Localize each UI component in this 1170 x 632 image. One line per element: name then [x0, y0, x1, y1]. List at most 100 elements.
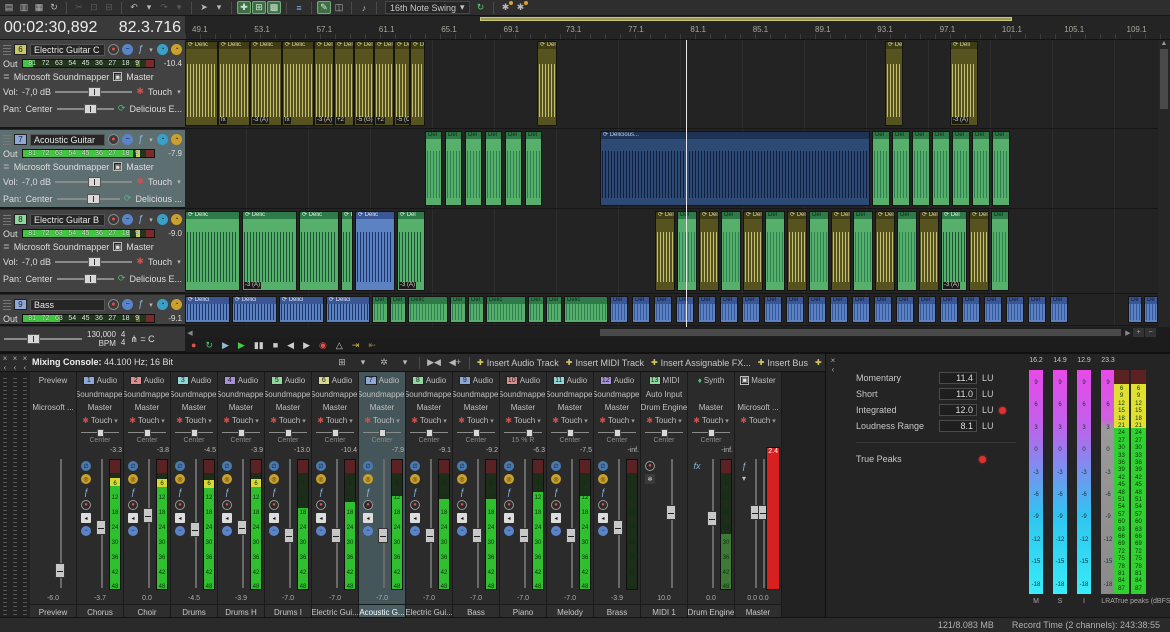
audio-clip[interactable]: Del [632, 296, 650, 323]
pan-slider-thumb[interactable] [567, 429, 574, 437]
audio-clip[interactable]: Delic [408, 296, 448, 323]
fx-icon[interactable]: ƒ [222, 487, 232, 497]
audio-clip[interactable]: ⟳ Del [699, 211, 719, 291]
pan-slider[interactable] [551, 429, 589, 437]
play-from-start-button[interactable]: ▶ [222, 339, 229, 351]
input-monitor-icon[interactable]: ◂ [363, 513, 373, 523]
audio-clip[interactable]: ⟳ Del [831, 211, 851, 291]
pan-slider[interactable] [457, 429, 495, 437]
chevron-down-icon[interactable]: ▾ [349, 417, 353, 425]
collapse-icon[interactable]: ‹ [24, 363, 27, 372]
mute-icon[interactable]: − [598, 526, 608, 536]
insert-button-insert-audio-track[interactable]: ✚Insert Audio Track [477, 358, 559, 368]
undo-menu-icon[interactable]: ▾ [142, 1, 156, 14]
input-monitor-icon[interactable]: ◂ [457, 513, 467, 523]
volume-fader[interactable] [234, 447, 250, 592]
pan-slider-thumb[interactable] [238, 429, 245, 437]
audio-clip[interactable]: Delic [486, 296, 526, 323]
chevron-down-icon[interactable]: ▾ [176, 176, 182, 187]
pan-slider-thumb[interactable] [87, 194, 100, 204]
fader-thumb[interactable] [566, 528, 576, 543]
record-arm-icon[interactable]: ● [457, 500, 467, 510]
automation-mode[interactable]: Touch [279, 416, 300, 425]
chevron-down-icon[interactable]: ▾ [255, 417, 259, 425]
record-button[interactable]: ● [191, 339, 196, 351]
chevron-down-icon[interactable]: ▾ [490, 417, 494, 425]
chevron-down-icon[interactable]: ▾ [161, 417, 165, 425]
audio-clip[interactable]: Del [676, 296, 694, 323]
volume-fader[interactable] [281, 447, 297, 592]
volume-fader[interactable] [610, 447, 626, 592]
fader-thumb[interactable] [237, 520, 247, 535]
automation-mode[interactable]: Touch [232, 416, 253, 425]
audio-clip[interactable]: Del [677, 211, 697, 291]
mixer-tool-icon-0[interactable]: ⊞ [335, 356, 349, 369]
open-file-icon[interactable]: ▥ [17, 1, 31, 14]
record-arm-icon[interactable]: ● [81, 500, 91, 510]
pan-slider[interactable] [57, 274, 114, 284]
audio-clip[interactable]: Del [897, 211, 917, 291]
audio-clip[interactable]: Del [1006, 296, 1024, 323]
fx-icon[interactable]: ƒ [739, 461, 749, 471]
record-arm-icon[interactable]: ● [598, 500, 608, 510]
paste-icon[interactable]: ⊟ [102, 1, 116, 14]
fader-thumb[interactable] [378, 528, 388, 543]
audio-clip[interactable]: Del [425, 131, 442, 206]
redo-menu-icon[interactable]: ▾ [172, 1, 186, 14]
solo-icon[interactable]: ◎ [222, 474, 232, 484]
pan-knob-icon[interactable]: ◔ [157, 214, 168, 225]
mixer-tool-icon-1[interactable]: ▾ [356, 356, 370, 369]
volume-fader[interactable] [140, 447, 156, 592]
mixer-tool-icon-3[interactable]: ▾ [398, 356, 412, 369]
mute-icon[interactable]: − [410, 526, 420, 536]
loop-a-button[interactable]: ⇥ [352, 339, 360, 351]
chevron-down-icon[interactable]: ▾ [443, 417, 447, 425]
solo-icon[interactable]: ◎ [316, 474, 326, 484]
mixer-strip-master[interactable]: ▣MasterMicrosoft ...✱Touch▾ƒ▾61218243036… [735, 372, 782, 619]
automation-gear-icon[interactable]: ✱ [270, 416, 277, 425]
fx-icon[interactable]: ƒ [128, 487, 138, 497]
mute-icon[interactable]: − [122, 214, 133, 225]
audio-clip[interactable]: Del [972, 131, 990, 206]
fx-icon[interactable]: ƒ [457, 487, 467, 497]
pan-slider-thumb[interactable] [97, 429, 104, 437]
volume-fader[interactable] [704, 447, 720, 592]
automation-mode[interactable]: Touch [514, 416, 535, 425]
audio-clip[interactable]: Del [874, 296, 892, 323]
audio-clip[interactable]: Del [809, 211, 829, 291]
audio-clip[interactable]: Del [654, 296, 672, 323]
automation-mode[interactable]: Touch [138, 416, 159, 425]
record-arm-icon[interactable]: ● [410, 500, 420, 510]
automation-mode[interactable]: Touch [148, 177, 172, 187]
collapse-icon[interactable]: ‹ [14, 363, 17, 372]
pan-slider-thumb[interactable] [614, 429, 621, 437]
tempo-slider[interactable] [4, 334, 82, 344]
mute-icon[interactable]: − [122, 134, 133, 145]
input-monitor-icon[interactable]: ◂ [316, 513, 326, 523]
pan-slider[interactable] [57, 104, 114, 114]
mute-icon[interactable]: − [269, 526, 279, 536]
record-remote-2-icon[interactable]: ✱ [514, 1, 528, 14]
fx-icon[interactable]: ƒ [136, 134, 145, 145]
phase-invert-icon[interactable]: ∅ [551, 461, 561, 471]
chevron-down-icon[interactable]: ▾ [148, 44, 154, 55]
audio-clip[interactable]: ⟳ Del+2 [334, 41, 354, 126]
gain-knob-icon[interactable]: ◔ [171, 134, 182, 145]
record-remote-1-icon[interactable]: ✱ [499, 1, 513, 14]
mixer-strip-midi-1[interactable]: 13MIDIAuto InputDrum Engine✱Touch▾Center… [641, 372, 688, 619]
pan-slider-thumb[interactable] [426, 429, 433, 437]
solo-icon[interactable]: ◎ [504, 474, 514, 484]
automation-gear-icon[interactable]: ✱ [223, 416, 230, 425]
track-header-electric-guitar-c[interactable]: 6Electric Guitar C●−ƒ▾◔◔Out8172635445362… [0, 40, 185, 129]
plugin-icon[interactable]: ⟳ [118, 103, 126, 114]
audio-clip[interactable]: Del [991, 211, 1009, 291]
audio-clip[interactable]: Del [465, 131, 482, 206]
fx-icon[interactable]: fx [692, 461, 702, 471]
automation-gear-icon[interactable]: ✱ [411, 416, 418, 425]
automation-mode[interactable]: Touch [702, 416, 723, 425]
scroll-left-arrow[interactable]: ◀ [185, 329, 195, 337]
automation-gear-icon[interactable]: ✱ [552, 416, 559, 425]
insert-button-insert-assignable-fx-[interactable]: ✚Insert Assignable FX... [651, 358, 751, 368]
mute-icon[interactable]: − [122, 44, 133, 55]
fx-icon[interactable]: ƒ [316, 487, 326, 497]
